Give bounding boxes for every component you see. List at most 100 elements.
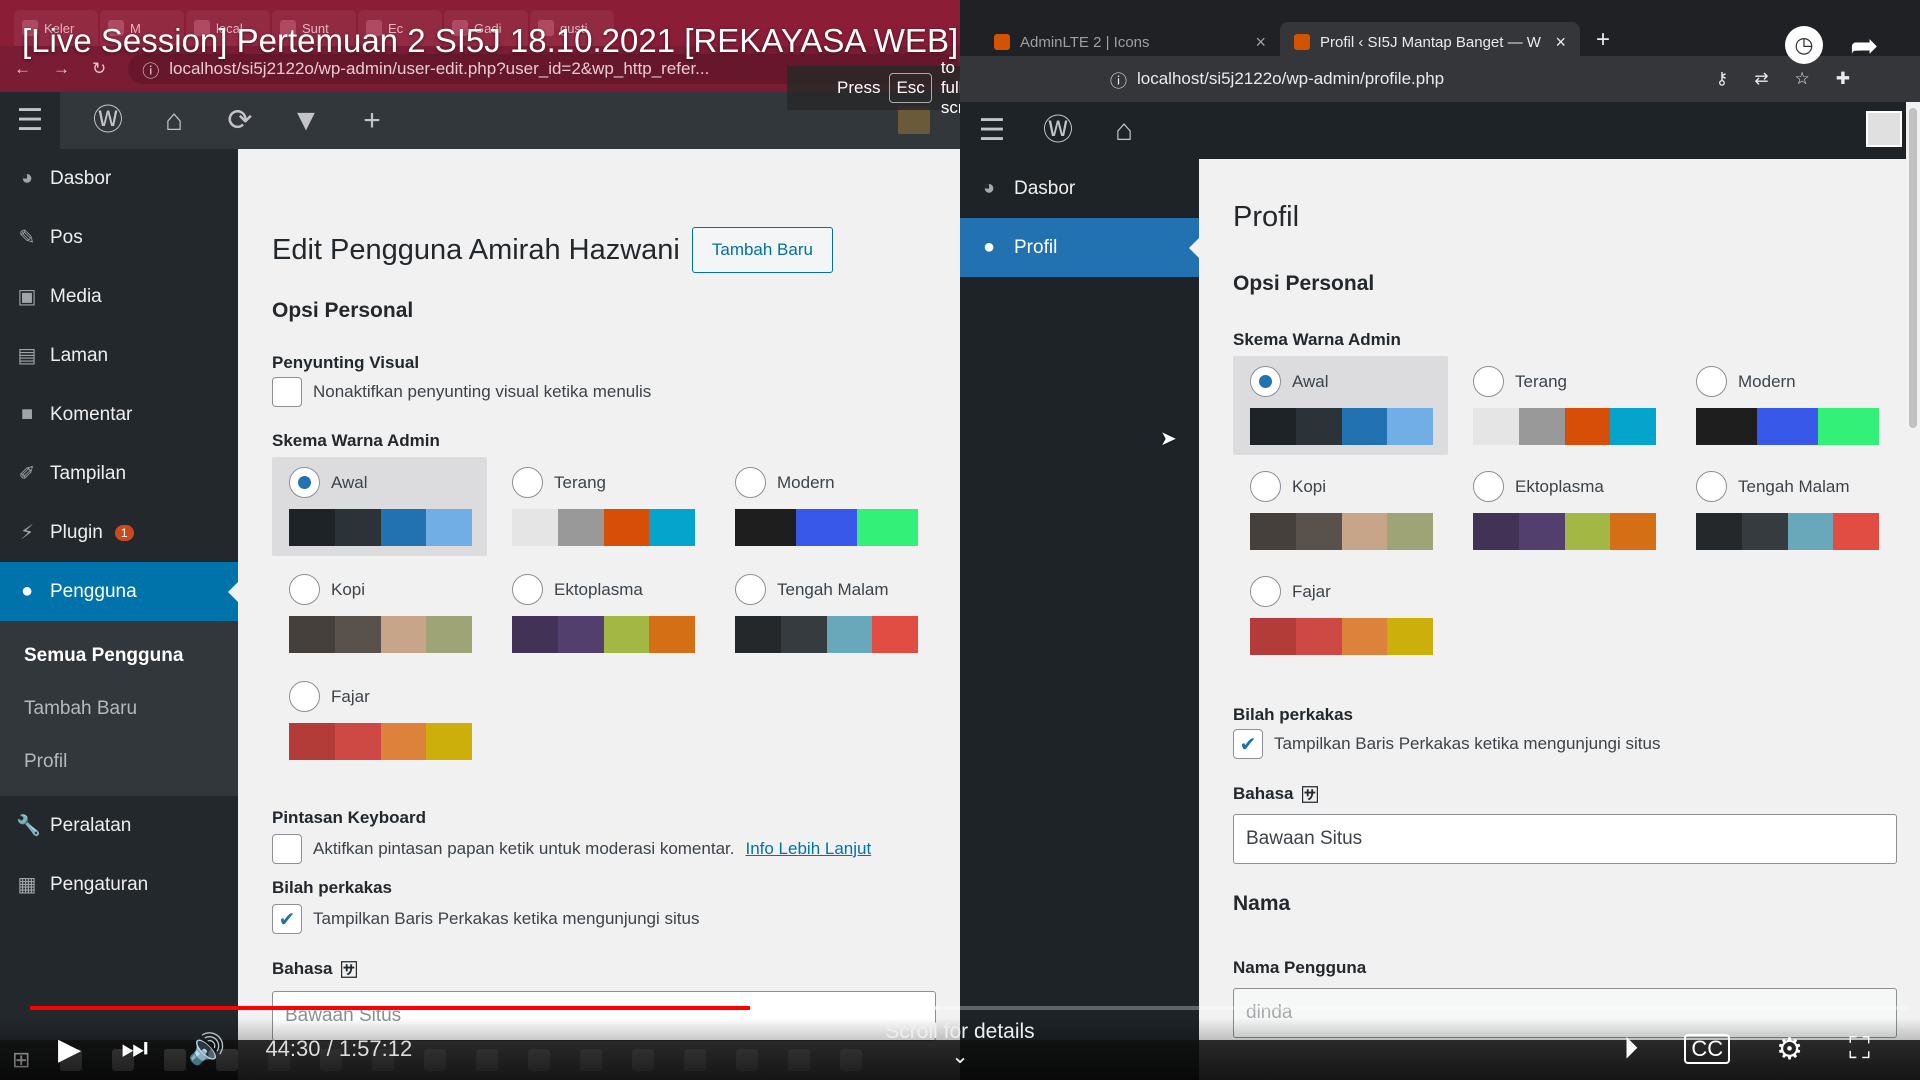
color-scheme-option[interactable]: Ektoplasma: [495, 564, 710, 663]
visual-editor-checkbox[interactable]: [272, 377, 302, 407]
sidebar-item-plugin[interactable]: ⚡ Plugin 1: [0, 503, 238, 562]
back-icon[interactable]: ←: [14, 59, 31, 79]
scheme-swatches: [289, 723, 472, 760]
scheme-radio[interactable]: [512, 467, 543, 498]
star-icon[interactable]: ☆: [1795, 69, 1810, 89]
color-scheme-option[interactable]: Kopi: [272, 564, 487, 663]
close-tab-icon[interactable]: ×: [1555, 32, 1566, 53]
scheme-radio[interactable]: [289, 681, 320, 712]
right-address-bar: ⓘ localhost/si5j2122o/wp-admin/profile.p…: [960, 56, 1920, 102]
toolbar-checkbox[interactable]: ✔: [1233, 729, 1263, 759]
scrollbar[interactable]: [1906, 102, 1920, 1040]
sidebar-item-profil[interactable]: ● Profil: [960, 218, 1199, 277]
next-icon[interactable]: ⏭: [121, 1032, 148, 1066]
hamburger-icon[interactable]: ☰: [0, 92, 60, 149]
play-icon[interactable]: ▶: [58, 1032, 81, 1067]
color-scheme-option[interactable]: Terang: [495, 457, 710, 556]
submenu-item[interactable]: Profil: [0, 735, 238, 788]
new-tab-icon[interactable]: +: [1596, 26, 1610, 54]
media-icon: ▣: [17, 286, 37, 308]
left-url-text: localhost/si5j2122o/wp-admin/user-edit.p…: [169, 59, 710, 78]
color-scheme-option[interactable]: Kopi: [1233, 461, 1448, 560]
color-scheme-option[interactable]: Awal: [1233, 356, 1448, 455]
video-progress-bar[interactable]: [30, 1006, 1910, 1010]
settings-gear-icon[interactable]: ⚙: [1776, 1032, 1803, 1067]
scheme-radio[interactable]: [1696, 471, 1727, 502]
updates-icon[interactable]: ⟳: [222, 105, 258, 136]
autoplay-toggle-icon[interactable]: ⏵: [1623, 1032, 1638, 1066]
sidebar-item-pengguna[interactable]: ● Pengguna: [0, 562, 238, 621]
key-icon[interactable]: ⚷: [1716, 69, 1728, 89]
language-select[interactable]: Bawaan Situs: [1233, 814, 1897, 864]
watch-later-icon[interactable]: ◷: [1785, 26, 1823, 64]
scheme-radio[interactable]: [289, 574, 320, 605]
sidebar-item-pengaturan[interactable]: ▦ Pengaturan: [0, 855, 238, 914]
home-icon[interactable]: ⌂: [1106, 115, 1142, 146]
scheme-radio[interactable]: [1250, 471, 1281, 502]
sidebar-item-pos[interactable]: ✎ Pos: [0, 208, 238, 267]
color-scheme-option[interactable]: Modern: [1679, 356, 1894, 455]
toolbar-checkbox-label: Tampilkan Baris Perkakas ketika mengunju…: [313, 909, 700, 928]
reload-icon[interactable]: ↻: [92, 59, 106, 79]
extensions-icon[interactable]: ✚: [1836, 69, 1850, 89]
right-tab-strip: AdminLTE 2 | Icons × Profil ‹ SI5J Mantap …: [960, 0, 1920, 62]
scheme-radio[interactable]: [289, 467, 320, 498]
sidebar-item-peralatan[interactable]: 🔧 Peralatan: [0, 796, 238, 855]
toolbar-label: Bilah perkakas: [1233, 705, 1354, 724]
submenu-item[interactable]: Semua Pengguna: [0, 629, 238, 682]
scheme-radio[interactable]: [735, 467, 766, 498]
video-frame: Keler Mlocal Sunt Ec Gadi gusti ← → ↻ ⓘ local…: [0, 0, 1920, 1080]
wordpress-icon[interactable]: Ⓦ: [1040, 115, 1076, 146]
volume-icon[interactable]: 🔊: [188, 1032, 225, 1067]
sidebar-item-tampilan[interactable]: ✐ Tampilan: [0, 444, 238, 503]
scheme-name: Kopi: [1292, 476, 1327, 496]
comments-icon[interactable]: ▼: [288, 105, 324, 136]
color-scheme-option[interactable]: Fajar: [1233, 566, 1448, 665]
scheme-radio[interactable]: [1473, 366, 1504, 397]
captions-icon[interactable]: CC: [1684, 1034, 1731, 1064]
plus-icon[interactable]: +: [354, 105, 390, 136]
scrollbar-thumb[interactable]: [1909, 108, 1917, 428]
sidebar-item-komentar[interactable]: ■ Komentar: [0, 385, 238, 444]
sidebar-item-laman[interactable]: ▤ Laman: [0, 326, 238, 385]
scheme-radio[interactable]: [1250, 576, 1281, 607]
translate-icon[interactable]: ⇄: [1754, 69, 1768, 89]
home-icon[interactable]: ⌂: [156, 105, 192, 136]
close-tab-icon[interactable]: ×: [1255, 32, 1266, 53]
color-scheme-option[interactable]: Tengah Malam: [1679, 461, 1894, 560]
scheme-swatches: [1473, 408, 1656, 445]
scroll-for-details[interactable]: Scroll for details ⌄: [860, 1020, 1060, 1069]
wordpress-icon[interactable]: Ⓦ: [90, 105, 126, 136]
scheme-radio[interactable]: [1250, 366, 1281, 397]
hamburger-icon[interactable]: ☰: [974, 115, 1010, 146]
scheme-radio[interactable]: [1473, 471, 1504, 502]
sidebar-item-media[interactable]: ▣ Media: [0, 267, 238, 326]
color-scheme-option[interactable]: Tengah Malam: [718, 564, 933, 663]
sidebar-item-label: Pengguna: [50, 580, 137, 602]
scheme-radio[interactable]: [512, 574, 543, 605]
color-scheme-option[interactable]: Modern: [718, 457, 933, 556]
sidebar-item-dasbor[interactable]: ◕ Dasbor: [0, 149, 238, 208]
avatar[interactable]: [898, 106, 930, 134]
scheme-radio[interactable]: [735, 574, 766, 605]
scheme-name: Fajar: [331, 686, 370, 706]
keyboard-shortcuts-checkbox[interactable]: [272, 834, 302, 864]
sidebar-item-dasbor[interactable]: ◕ Dasbor: [960, 159, 1199, 218]
share-icon[interactable]: ➦: [1850, 26, 1879, 66]
toolbar-checkbox[interactable]: ✔: [272, 904, 302, 934]
color-scheme-option[interactable]: Awal: [272, 457, 487, 556]
scheme-radio[interactable]: [1696, 366, 1727, 397]
color-swatch: [857, 509, 918, 546]
color-scheme-option[interactable]: Fajar: [272, 671, 487, 770]
color-scheme-option[interactable]: Ektoplasma: [1456, 461, 1671, 560]
submenu-item[interactable]: Tambah Baru: [0, 682, 238, 735]
more-info-link[interactable]: Info Lebih Lanjut: [745, 839, 871, 859]
exit-fullscreen-icon[interactable]: ⛶: [1849, 1032, 1870, 1066]
add-new-user-button[interactable]: Tambah Baru: [691, 227, 833, 273]
right-url-text[interactable]: localhost/si5j2122o/wp-admin/profile.php: [1137, 69, 1444, 89]
forward-icon[interactable]: →: [53, 59, 70, 79]
avatar[interactable]: [1866, 111, 1902, 147]
color-swatch: [1295, 618, 1342, 655]
color-scheme-option[interactable]: Terang: [1456, 356, 1671, 455]
color-scheme-picker: Awal Terang Modern Kopi Ektoplasma Tengah Mal…: [1233, 356, 1920, 665]
